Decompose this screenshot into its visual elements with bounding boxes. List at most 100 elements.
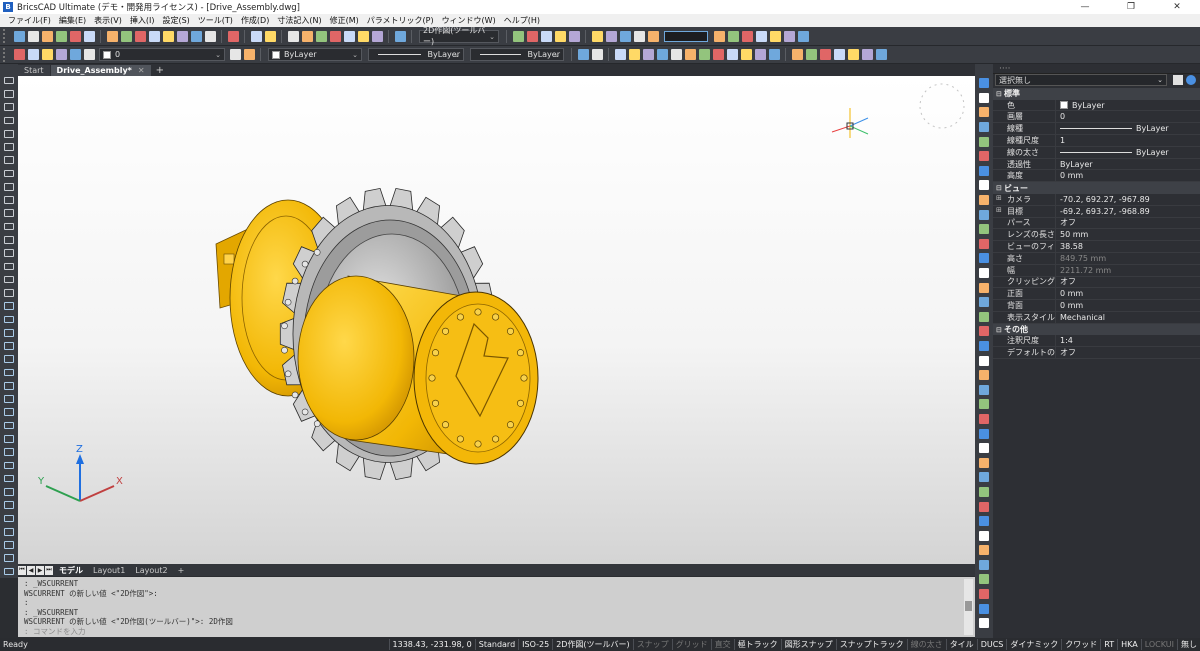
draw-tool-icon[interactable] [4,262,14,271]
tab-model[interactable]: モデル [54,565,88,576]
draw-tool-icon[interactable] [4,116,14,125]
command-scrollbar[interactable] [964,579,973,635]
menu-item[interactable]: 編集(E) [55,15,90,26]
property-value[interactable]: 38.58 [1055,241,1200,252]
view-tool-icon[interactable] [619,30,631,42]
modify-tool-icon[interactable] [979,443,989,454]
draw-tool-icon[interactable] [4,76,14,85]
property-value[interactable]: 50 mm [1055,229,1200,241]
draw-tool-icon[interactable] [4,342,14,350]
view-tool-icon[interactable] [591,30,603,42]
draw-tool-icon[interactable] [4,103,14,111]
utility-tool-icon[interactable] [371,30,383,42]
modify-tool-icon[interactable] [979,107,989,118]
modify-tool-icon[interactable] [979,195,989,206]
modify-tool-icon[interactable] [979,282,989,293]
draw-tool-icon[interactable] [4,222,14,231]
utility-tool-icon[interactable] [343,30,355,42]
file-tool-icon[interactable] [41,30,53,42]
view-tool-icon[interactable] [647,30,659,42]
modify-tool-icon[interactable] [979,78,989,89]
modify-tool-icon[interactable] [979,501,989,512]
file-tool-icon[interactable] [13,30,25,42]
tab-start[interactable]: Start [18,65,50,76]
property-row[interactable]: ビューのフィールド38.58 [993,241,1200,253]
edit-tool-icon[interactable] [204,30,216,42]
modify-tool-icon[interactable] [979,92,989,103]
edit-tool-icon[interactable] [106,30,118,42]
property-row[interactable]: 線種 ByLayer [993,123,1200,136]
cancel-icon[interactable] [227,30,239,42]
property-value[interactable]: ByLayer [1055,158,1200,170]
layer-dropdown[interactable]: 0 ⌄ [99,48,225,61]
edit-tool-icon[interactable] [162,30,174,42]
snap-mode-icon[interactable] [712,49,724,60]
snap-setting-icon[interactable] [847,49,859,60]
collapse-icon[interactable]: ⊟ [996,90,1004,98]
snap-setting-icon[interactable] [833,49,845,60]
filter-icon[interactable] [1173,75,1183,85]
status-toggle[interactable]: HKA [1117,639,1141,650]
snap-mode-icon[interactable] [656,49,668,60]
status-toggle[interactable]: ダイナミック [1006,639,1061,650]
restore-button[interactable]: ❐ [1108,0,1154,14]
draw-tool-icon[interactable] [4,461,14,470]
menu-item[interactable]: ファイル(F) [4,15,55,26]
utility-tool-icon[interactable] [301,30,313,42]
menu-item[interactable]: 寸法記入(N) [273,15,325,26]
status-toggle[interactable]: 線の太さ [906,639,946,650]
property-row[interactable]: 高度 0 mm [993,170,1200,183]
property-row[interactable]: 画層 0 [993,111,1200,124]
zoom-tool-icon[interactable] [512,30,524,42]
modify-tool-icon[interactable] [979,311,989,322]
modify-tool-icon[interactable] [979,574,989,585]
edit-tool-icon[interactable] [190,30,202,42]
modify-tool-icon[interactable] [979,268,989,279]
draw-tool-icon[interactable] [4,381,14,390]
draw-tool-icon[interactable] [4,408,14,417]
property-row[interactable]: 透過性 ByLayer [993,158,1200,171]
snap-mode-icon[interactable] [698,49,710,60]
minimize-button[interactable]: — [1062,0,1108,14]
draw-tool-icon[interactable] [4,448,14,456]
draw-tool-icon[interactable] [4,567,14,576]
draw-tool-icon[interactable] [4,249,14,257]
layer-state-icon[interactable] [243,49,255,60]
draw-tool-icon[interactable] [4,235,14,244]
modify-tool-icon[interactable] [979,340,989,351]
next-layout-icon[interactable]: ▶ [36,565,44,575]
draw-line-icon[interactable] [577,49,589,60]
menu-item[interactable]: ヘルプ(H) [500,15,544,26]
close-tab-icon[interactable]: ✕ [138,66,145,75]
add-tab-button[interactable]: + [156,65,164,76]
layer-state-icon[interactable] [229,49,241,60]
snap-setting-icon[interactable] [805,49,817,60]
snap-mode-icon[interactable] [670,49,682,60]
file-tool-icon[interactable] [55,30,67,42]
property-value[interactable]: Mechanical [1055,311,1200,323]
tab-layout2[interactable]: Layout2 [130,566,172,575]
property-value[interactable]: 849.75 mm [1055,252,1200,264]
draw-tool-icon[interactable] [4,289,14,297]
modify-tool-icon[interactable] [979,559,989,570]
file-tool-icon[interactable] [83,30,95,42]
draw-tool-icon[interactable] [4,434,14,443]
model-viewport[interactable]: Z X Y [18,76,975,564]
modify-tool-icon[interactable] [979,384,989,395]
modify-tool-icon[interactable] [979,326,989,337]
modify-tool-icon[interactable] [979,457,989,468]
modify-tool-icon[interactable] [979,413,989,424]
tab-drive-assembly[interactable]: Drive_Assembly* ✕ [50,65,151,76]
draw-tool-icon[interactable] [4,196,14,204]
status-toggle[interactable]: 無し [1177,639,1200,650]
view-tool-icon[interactable] [633,30,645,42]
property-row[interactable]: パース オフ [993,217,1200,230]
snap-mode-icon[interactable] [642,49,654,60]
property-value[interactable]: 0 mm [1055,170,1200,182]
property-row[interactable]: 背面 0 mm [993,300,1200,312]
property-value[interactable]: 1 [1055,135,1200,146]
file-tool-icon[interactable] [69,30,81,42]
draw-tool-icon[interactable] [4,182,14,191]
snap-setting-icon[interactable] [861,49,873,60]
status-toggle[interactable]: RT [1100,639,1117,650]
